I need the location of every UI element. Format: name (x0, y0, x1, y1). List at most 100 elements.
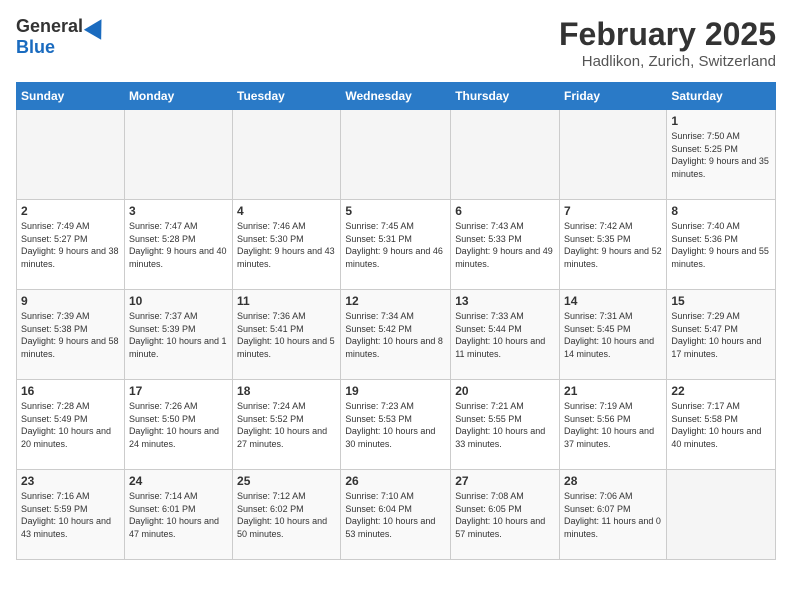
day-info: Sunrise: 7:33 AM Sunset: 5:44 PM Dayligh… (455, 310, 555, 360)
calendar-cell: 14 Sunrise: 7:31 AM Sunset: 5:45 PM Dayli… (560, 290, 667, 380)
day-info: Sunrise: 7:43 AM Sunset: 5:33 PM Dayligh… (455, 220, 555, 270)
calendar-cell: 25Sunrise: 7:12 AM Sunset: 6:02 PM Dayli… (233, 470, 341, 560)
calendar-cell: 17 Sunrise: 7:26 AM Sunset: 5:50 PM Dayli… (124, 380, 232, 470)
day-number: 22 (671, 384, 771, 398)
week-row-1: 2 Sunrise: 7:49 AM Sunset: 5:27 PM Daylig… (17, 200, 776, 290)
calendar-cell: 7Sunrise: 7:42 AM Sunset: 5:35 PM Daylig… (560, 200, 667, 290)
day-number: 21 (564, 384, 662, 398)
calendar-cell: 6 Sunrise: 7:43 AM Sunset: 5:33 PM Daylig… (451, 200, 560, 290)
calendar-cell: 9Sunrise: 7:39 AM Sunset: 5:38 PM Daylig… (17, 290, 125, 380)
day-info: Sunrise: 7:29 AM Sunset: 5:47 PM Dayligh… (671, 310, 771, 360)
calendar-cell: 1Sunrise: 7:50 AM Sunset: 5:25 PM Daylig… (667, 110, 776, 200)
logo-blue: Blue (16, 37, 55, 58)
day-info: Sunrise: 7:06 AM Sunset: 6:07 PM Dayligh… (564, 490, 662, 540)
calendar-cell (667, 470, 776, 560)
day-info: Sunrise: 7:16 AM Sunset: 5:59 PM Dayligh… (21, 490, 120, 540)
header-monday: Monday (124, 83, 232, 110)
day-number: 24 (129, 474, 228, 488)
week-row-3: 16 Sunrise: 7:28 AM Sunset: 5:49 PM Dayli… (17, 380, 776, 470)
day-info: Sunrise: 7:45 AM Sunset: 5:31 PM Dayligh… (345, 220, 446, 270)
calendar-cell (17, 110, 125, 200)
day-number: 10 (129, 294, 228, 308)
day-number: 14 (564, 294, 662, 308)
calendar-cell: 21 Sunrise: 7:19 AM Sunset: 5:56 PM Dayli… (560, 380, 667, 470)
calendar-cell: 15 Sunrise: 7:29 AM Sunset: 5:47 PM Dayli… (667, 290, 776, 380)
day-info: Sunrise: 7:37 AM Sunset: 5:39 PM Dayligh… (129, 310, 228, 360)
day-info: Sunrise: 7:34 AM Sunset: 5:42 PM Dayligh… (345, 310, 446, 360)
day-info: Sunrise: 7:23 AM Sunset: 5:53 PM Dayligh… (345, 400, 446, 450)
day-number: 9 (21, 294, 120, 308)
day-number: 18 (237, 384, 336, 398)
calendar-subtitle: Hadlikon, Zurich, Switzerland (559, 53, 776, 70)
calendar-cell: 2 Sunrise: 7:49 AM Sunset: 5:27 PM Daylig… (17, 200, 125, 290)
day-number: 6 (455, 204, 555, 218)
calendar-cell: 24 Sunrise: 7:14 AM Sunset: 6:01 PM Dayli… (124, 470, 232, 560)
calendar-cell: 13 Sunrise: 7:33 AM Sunset: 5:44 PM Dayli… (451, 290, 560, 380)
day-number: 17 (129, 384, 228, 398)
title-area: February 2025 Hadlikon, Zurich, Switzerl… (559, 16, 776, 70)
day-number: 2 (21, 204, 120, 218)
day-number: 3 (129, 204, 228, 218)
day-number: 4 (237, 204, 336, 218)
day-info: Sunrise: 7:19 AM Sunset: 5:56 PM Dayligh… (564, 400, 662, 450)
calendar-cell: 26Sunrise: 7:10 AM Sunset: 6:04 PM Dayli… (341, 470, 451, 560)
calendar-cell: 5 Sunrise: 7:45 AM Sunset: 5:31 PM Daylig… (341, 200, 451, 290)
day-number: 16 (21, 384, 120, 398)
day-header-row: SundayMondayTuesdayWednesdayThursdayFrid… (17, 83, 776, 110)
week-row-2: 9Sunrise: 7:39 AM Sunset: 5:38 PM Daylig… (17, 290, 776, 380)
header-wednesday: Wednesday (341, 83, 451, 110)
calendar-cell: 12 Sunrise: 7:34 AM Sunset: 5:42 PM Dayli… (341, 290, 451, 380)
header-tuesday: Tuesday (233, 83, 341, 110)
calendar-cell: 16 Sunrise: 7:28 AM Sunset: 5:49 PM Dayli… (17, 380, 125, 470)
calendar-cell (233, 110, 341, 200)
day-number: 15 (671, 294, 771, 308)
logo-triangle-icon (84, 14, 110, 40)
week-row-4: 23 Sunrise: 7:16 AM Sunset: 5:59 PM Dayli… (17, 470, 776, 560)
logo: General Blue (16, 16, 107, 58)
day-info: Sunrise: 7:46 AM Sunset: 5:30 PM Dayligh… (237, 220, 336, 270)
day-number: 12 (345, 294, 446, 308)
day-info: Sunrise: 7:08 AM Sunset: 6:05 PM Dayligh… (455, 490, 555, 540)
day-info: Sunrise: 7:31 AM Sunset: 5:45 PM Dayligh… (564, 310, 662, 360)
day-number: 5 (345, 204, 446, 218)
day-info: Sunrise: 7:21 AM Sunset: 5:55 PM Dayligh… (455, 400, 555, 450)
calendar-table: SundayMondayTuesdayWednesdayThursdayFrid… (16, 82, 776, 560)
day-number: 1 (671, 114, 771, 128)
day-number: 11 (237, 294, 336, 308)
day-number: 19 (345, 384, 446, 398)
day-number: 23 (21, 474, 120, 488)
calendar-cell: 3 Sunrise: 7:47 AM Sunset: 5:28 PM Daylig… (124, 200, 232, 290)
day-info: Sunrise: 7:24 AM Sunset: 5:52 PM Dayligh… (237, 400, 336, 450)
day-info: Sunrise: 7:49 AM Sunset: 5:27 PM Dayligh… (21, 220, 120, 270)
header-sunday: Sunday (17, 83, 125, 110)
day-info: Sunrise: 7:36 AM Sunset: 5:41 PM Dayligh… (237, 310, 336, 360)
day-number: 7 (564, 204, 662, 218)
calendar-cell: 18 Sunrise: 7:24 AM Sunset: 5:52 PM Dayli… (233, 380, 341, 470)
calendar-cell (341, 110, 451, 200)
calendar-cell: 27 Sunrise: 7:08 AM Sunset: 6:05 PM Dayli… (451, 470, 560, 560)
header-friday: Friday (560, 83, 667, 110)
header: General Blue February 2025 Hadlikon, Zur… (16, 16, 776, 70)
calendar-cell: 28Sunrise: 7:06 AM Sunset: 6:07 PM Dayli… (560, 470, 667, 560)
calendar-cell: 10 Sunrise: 7:37 AM Sunset: 5:39 PM Dayli… (124, 290, 232, 380)
day-number: 27 (455, 474, 555, 488)
calendar-cell: 4 Sunrise: 7:46 AM Sunset: 5:30 PM Daylig… (233, 200, 341, 290)
week-row-0: 1Sunrise: 7:50 AM Sunset: 5:25 PM Daylig… (17, 110, 776, 200)
day-number: 20 (455, 384, 555, 398)
day-number: 25 (237, 474, 336, 488)
calendar-cell: 23 Sunrise: 7:16 AM Sunset: 5:59 PM Dayli… (17, 470, 125, 560)
day-info: Sunrise: 7:14 AM Sunset: 6:01 PM Dayligh… (129, 490, 228, 540)
day-number: 13 (455, 294, 555, 308)
day-info: Sunrise: 7:40 AM Sunset: 5:36 PM Dayligh… (671, 220, 771, 270)
day-info: Sunrise: 7:10 AM Sunset: 6:04 PM Dayligh… (345, 490, 446, 540)
calendar-cell: 19 Sunrise: 7:23 AM Sunset: 5:53 PM Dayli… (341, 380, 451, 470)
day-info: Sunrise: 7:47 AM Sunset: 5:28 PM Dayligh… (129, 220, 228, 270)
calendar-cell (451, 110, 560, 200)
calendar-cell: 20 Sunrise: 7:21 AM Sunset: 5:55 PM Dayli… (451, 380, 560, 470)
calendar-title: February 2025 (559, 16, 776, 53)
day-info: Sunrise: 7:26 AM Sunset: 5:50 PM Dayligh… (129, 400, 228, 450)
calendar-cell: 11 Sunrise: 7:36 AM Sunset: 5:41 PM Dayli… (233, 290, 341, 380)
day-number: 8 (671, 204, 771, 218)
day-info: Sunrise: 7:28 AM Sunset: 5:49 PM Dayligh… (21, 400, 120, 450)
logo-general: General (16, 16, 83, 37)
